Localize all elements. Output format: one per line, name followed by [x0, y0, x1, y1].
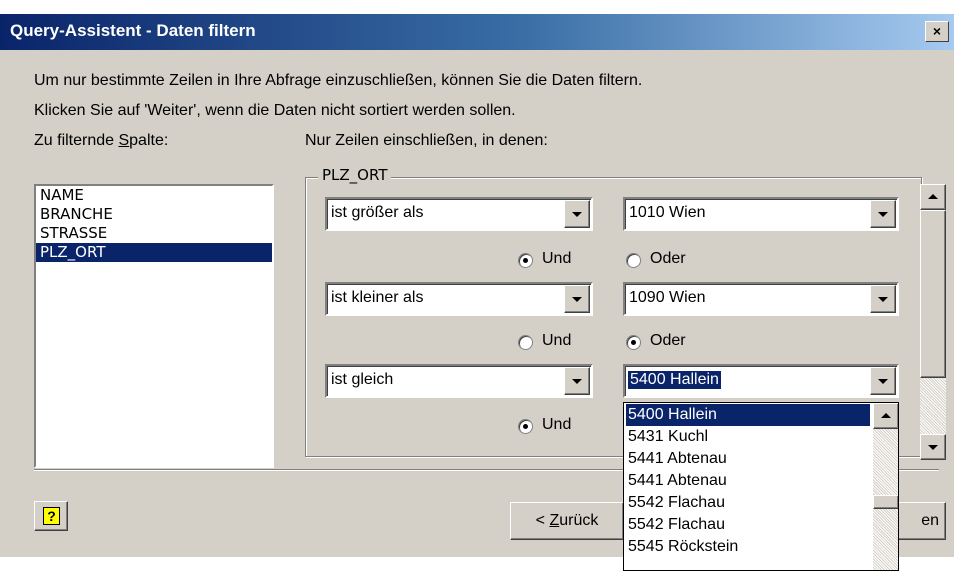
query-wizard-dialog: Query-Assistent - Daten filtern × Um nur…	[0, 14, 954, 571]
value-dropdown-list[interactable]: 5400 Hallein 5431 Kuchl 5441 Abtenau 544…	[623, 402, 899, 571]
dropdown-scroll-up-button[interactable]	[873, 403, 898, 429]
columns-listbox[interactable]: NAME BRANCHE STRASSE PLZ_ORT	[34, 184, 274, 468]
radio-circle	[626, 253, 641, 268]
columns-label: Zu filternde Spalte:	[34, 132, 169, 149]
chevron-down-icon	[572, 212, 582, 217]
help-icon: ?	[43, 507, 60, 525]
dropdown-option[interactable]: 5400 Hallein	[626, 404, 870, 426]
operator-select-2[interactable]: ist kleiner als	[325, 282, 593, 316]
operator-select-1[interactable]: ist größer als	[325, 197, 593, 231]
chevron-up-icon	[881, 413, 891, 418]
instruction-line-2: Klicken Sie auf 'Weiter', wenn die Daten…	[34, 102, 516, 119]
instruction-line-1: Um nur bestimmte Zeilen in Ihre Abfrage …	[34, 72, 643, 89]
chevron-down-icon	[878, 297, 888, 302]
back-button[interactable]: < Zurück	[510, 502, 624, 540]
column-item-plz-ort[interactable]: PLZ_ORT	[36, 243, 272, 262]
value-select-3[interactable]: 5400 Hallein	[623, 364, 899, 398]
title-bar[interactable]: Query-Assistent - Daten filtern ×	[0, 14, 954, 50]
dropdown-option[interactable]: 5431 Kuchl	[626, 426, 708, 448]
dropdown-option[interactable]: 5542 Flachau	[626, 514, 725, 536]
column-item-strasse[interactable]: STRASSE	[36, 224, 272, 243]
column-item-branche[interactable]: BRANCHE	[36, 205, 272, 224]
window-title: Query-Assistent - Daten filtern	[10, 21, 256, 40]
radio-circle	[518, 253, 533, 268]
radio-circle	[518, 419, 533, 434]
operator-select-3[interactable]: ist gleich	[325, 364, 593, 398]
operator-value-2: ist kleiner als	[331, 289, 424, 306]
operator-dropdown-button-3[interactable]	[564, 367, 590, 395]
dropdown-option[interactable]: 5542 Flachau	[626, 492, 725, 514]
value-text-3: 5400 Hallein	[628, 371, 721, 389]
conditions-scrollbar[interactable]	[920, 184, 946, 460]
dropdown-scrollbar[interactable]	[873, 403, 898, 570]
value-dropdown-button-3[interactable]	[870, 367, 896, 395]
dropdown-option[interactable]: 5441 Abtenau	[626, 448, 727, 470]
operator-value-1: ist größer als	[331, 204, 424, 221]
chevron-down-icon	[572, 379, 582, 384]
value-dropdown-button-1[interactable]	[870, 200, 896, 228]
radio-circle	[518, 335, 533, 350]
dropdown-scroll-thumb[interactable]	[873, 495, 898, 509]
value-text-2: 1090 Wien	[629, 289, 706, 306]
radio-circle	[626, 335, 641, 350]
value-select-2[interactable]: 1090 Wien	[623, 282, 899, 316]
chevron-up-icon	[928, 194, 938, 199]
close-icon: ×	[932, 23, 942, 39]
help-button[interactable]: ?	[34, 501, 68, 531]
value-dropdown-button-2[interactable]	[870, 285, 896, 313]
scroll-down-button[interactable]	[920, 434, 946, 460]
dropdown-option[interactable]: 5545 Röckstein	[626, 536, 738, 558]
operator-value-3: ist gleich	[331, 371, 394, 388]
operator-dropdown-button-2[interactable]	[564, 285, 590, 313]
value-select-1[interactable]: 1010 Wien	[623, 197, 899, 231]
chevron-down-icon	[928, 445, 938, 450]
dropdown-option[interactable]: 5441 Abtenau	[626, 470, 727, 492]
filter-label: Nur Zeilen einschließen, in denen:	[305, 132, 548, 149]
group-title: PLZ_ORT	[318, 166, 392, 184]
chevron-down-icon	[878, 212, 888, 217]
column-item-name[interactable]: NAME	[36, 186, 272, 205]
scroll-up-button[interactable]	[920, 184, 946, 210]
close-button[interactable]: ×	[925, 21, 949, 42]
scroll-thumb[interactable]	[920, 210, 946, 378]
operator-dropdown-button-1[interactable]	[564, 200, 590, 228]
chevron-down-icon	[878, 379, 888, 384]
value-text-1: 1010 Wien	[629, 204, 706, 221]
chevron-down-icon	[572, 297, 582, 302]
